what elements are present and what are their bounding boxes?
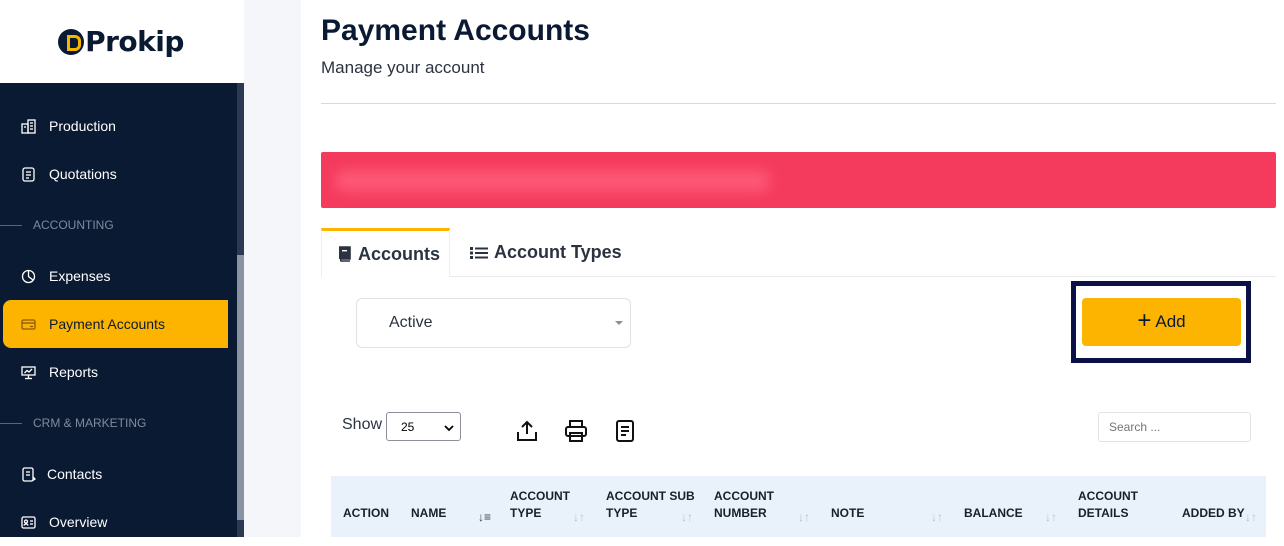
contacts-icon (20, 466, 36, 482)
logo-bar: Prokip (0, 0, 244, 83)
payment-accounts-icon (20, 316, 36, 332)
column-header-account-details[interactable]: ACCOUNT DETAILS (1078, 488, 1153, 522)
table-header: ACTION NAME ↓≡ ACCOUNT TYPE ↓↑ ACCOUNT S… (331, 476, 1266, 537)
sidebar-item-label: Production (49, 118, 116, 134)
list-icon (470, 246, 488, 260)
sidebar-item-label: Expenses (49, 268, 111, 284)
page-subtitle: Manage your account (321, 58, 485, 77)
status-filter-value: Active (389, 314, 433, 331)
document-icon[interactable] (613, 418, 637, 444)
expenses-icon (20, 268, 36, 284)
sidebar: Production Quotations ACCOUNTING Expense… (0, 0, 244, 537)
book-icon (337, 246, 352, 262)
plus-icon: + (1137, 307, 1152, 334)
export-icon[interactable] (515, 418, 539, 444)
section-label-crm-marketing: CRM & MARKETING (0, 413, 230, 433)
sidebar-item-label: Quotations (49, 166, 117, 182)
divider (321, 103, 1276, 104)
quotations-icon (20, 166, 36, 182)
column-header-note[interactable]: NOTE (831, 505, 864, 522)
tab-account-types[interactable]: Account Types (470, 228, 622, 277)
table-search-input[interactable] (1098, 412, 1251, 442)
overview-icon (20, 514, 36, 530)
tab-accounts[interactable]: Accounts (321, 228, 450, 277)
prokip-logo-icon (58, 28, 85, 55)
content-gutter (244, 0, 301, 537)
sidebar-item-label: Reports (49, 364, 99, 380)
sidebar-item-expenses[interactable]: Expenses (0, 252, 230, 300)
page-title: Payment Accounts (321, 14, 590, 47)
column-header-account-type[interactable]: ACCOUNT TYPE (510, 488, 580, 522)
status-filter-select[interactable]: Active (356, 298, 631, 348)
redacted-alert-text (335, 170, 770, 192)
sidebar-item-label: Payment Accounts (49, 316, 165, 332)
sidebar-item-reports[interactable]: Reports (0, 348, 230, 396)
sort-icon[interactable]: ↓↑ (681, 510, 693, 524)
page-size-select[interactable]: 25 (386, 412, 461, 441)
add-account-button[interactable]: + Add (1082, 298, 1241, 346)
chevron-down-icon (444, 421, 454, 435)
section-label-accounting: ACCOUNTING (0, 215, 230, 235)
column-header-added-by[interactable]: ADDED BY (1182, 505, 1245, 522)
print-icon[interactable] (564, 418, 588, 444)
sidebar-item-production[interactable]: Production (0, 102, 230, 150)
column-header-account-number[interactable]: ACCOUNT NUMBER (714, 488, 794, 522)
alert-banner (321, 152, 1276, 208)
sidebar-item-overview[interactable]: Overview (0, 498, 230, 546)
production-icon (20, 118, 36, 134)
brand-logo[interactable]: Prokip (58, 25, 184, 58)
sort-icon[interactable]: ↓↑ (931, 510, 943, 524)
column-header-balance[interactable]: BALANCE (964, 505, 1023, 522)
reports-icon (20, 364, 36, 380)
sidebar-item-payment-accounts[interactable]: Payment Accounts (3, 300, 228, 348)
sidebar-item-label: Overview (49, 514, 108, 530)
sidebar-item-label: Contacts (47, 466, 103, 482)
tab-bar: Accounts Account Types (321, 228, 1276, 277)
sidebar-scroll-thumb[interactable] (237, 255, 244, 520)
caret-down-icon (615, 321, 623, 325)
sidebar-item-quotations[interactable]: Quotations (0, 150, 230, 198)
sort-icon[interactable]: ↓↑ (798, 510, 810, 524)
sort-icon[interactable]: ↓↑ (1045, 510, 1057, 524)
column-header-name[interactable]: NAME (411, 505, 446, 522)
column-header-action[interactable]: ACTION (343, 505, 389, 522)
sort-desc-icon[interactable]: ↓≡ (478, 510, 491, 524)
sidebar-item-contacts[interactable]: Contacts (0, 450, 230, 498)
show-entries-label: Show (342, 416, 383, 433)
sort-icon[interactable]: ↓↑ (573, 510, 585, 524)
sort-icon[interactable]: ↓↑ (1245, 510, 1257, 524)
